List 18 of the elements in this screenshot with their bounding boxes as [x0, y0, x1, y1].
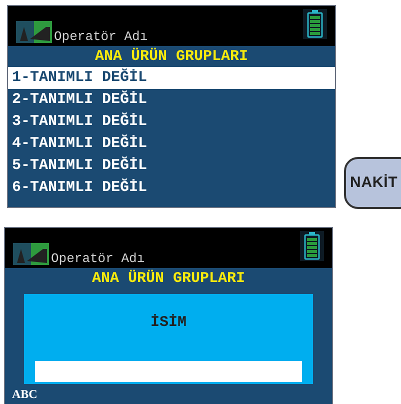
- operator-name: Operatör Adı: [54, 30, 148, 43]
- menu-item[interactable]: 5-TANIMLI DEĞİL: [8, 155, 335, 177]
- input-mode: ABC: [11, 388, 38, 400]
- operator-name: Operatör Adı: [51, 252, 145, 265]
- battery-icon: [300, 231, 324, 261]
- menu-item[interactable]: 2-TANIMLI DEĞİL: [8, 89, 335, 111]
- menu-item[interactable]: 3-TANIMLI DEĞİL: [8, 111, 335, 133]
- menu-item[interactable]: 6-TANIMLI DEĞİL: [8, 177, 335, 199]
- screen-title: ANA ÜRÜN GRUPLARI: [94, 46, 250, 67]
- menu-item[interactable]: 1-TANIMLI DEĞİL: [8, 67, 335, 89]
- dialog-label: İSİM: [150, 313, 186, 333]
- screen-title: ANA ÜRÜN GRUPLARI: [90, 268, 246, 289]
- signal-icon: [13, 243, 49, 265]
- menu-item[interactable]: 4-TANIMLI DEĞİL: [8, 133, 335, 155]
- input-field[interactable]: [35, 361, 302, 382]
- cash-button[interactable]: NAKİT: [344, 157, 401, 209]
- battery-icon: [303, 9, 327, 39]
- signal-icon: [16, 21, 52, 43]
